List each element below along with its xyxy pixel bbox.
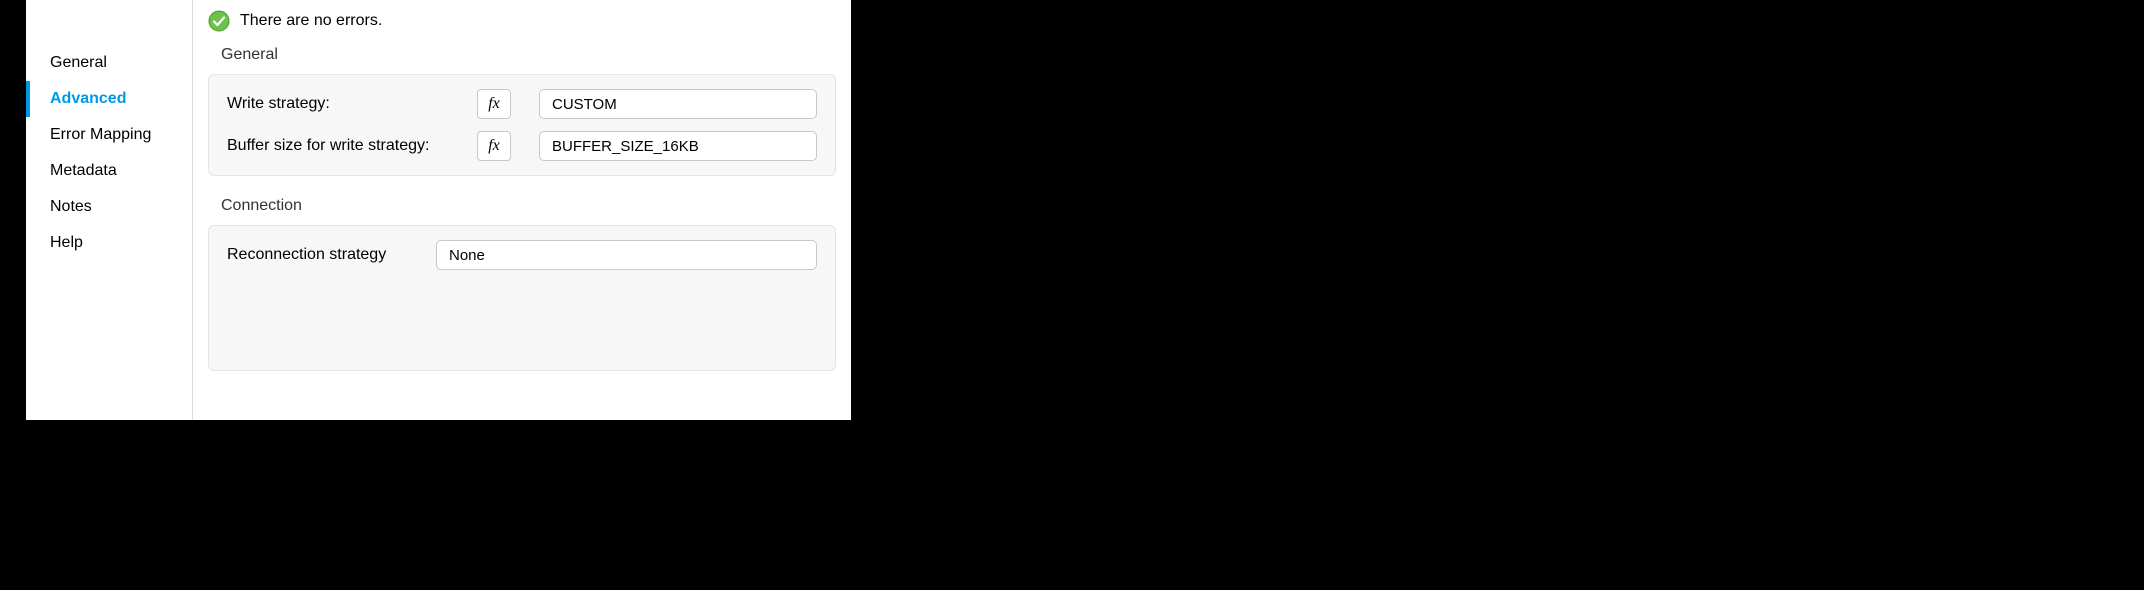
reconnection-select-wrap bbox=[436, 240, 817, 270]
write-strategy-input[interactable] bbox=[539, 89, 817, 119]
fx-icon: fx bbox=[488, 95, 500, 113]
buffer-size-input[interactable] bbox=[539, 131, 817, 161]
write-strategy-input-wrap bbox=[539, 89, 817, 119]
fx-icon: fx bbox=[488, 137, 500, 155]
reconnection-label: Reconnection strategy bbox=[227, 246, 422, 264]
sidebar-item-notes[interactable]: Notes bbox=[26, 189, 192, 225]
write-strategy-label: Write strategy: bbox=[227, 95, 477, 113]
sidebar-item-label: Error Mapping bbox=[50, 126, 151, 143]
general-section: Write strategy: fx Buffer size for write… bbox=[208, 74, 836, 176]
connection-section: Reconnection strategy bbox=[208, 225, 836, 371]
settings-window: General Advanced Error Mapping Metadata … bbox=[26, 0, 851, 420]
field-row-write-strategy: Write strategy: fx bbox=[227, 89, 817, 119]
fx-button-write-strategy[interactable]: fx bbox=[477, 89, 511, 119]
sidebar-item-label: Metadata bbox=[50, 162, 117, 179]
status-text: There are no errors. bbox=[240, 12, 382, 30]
sidebar-item-error-mapping[interactable]: Error Mapping bbox=[26, 117, 192, 153]
buffer-size-label: Buffer size for write strategy: bbox=[227, 137, 477, 155]
status-bar: There are no errors. bbox=[193, 0, 851, 40]
sidebar: General Advanced Error Mapping Metadata … bbox=[26, 0, 193, 420]
section-title-connection: Connection bbox=[193, 191, 851, 225]
field-row-reconnection: Reconnection strategy bbox=[227, 240, 817, 270]
field-row-buffer-size: Buffer size for write strategy: fx bbox=[227, 131, 817, 161]
sidebar-item-metadata[interactable]: Metadata bbox=[26, 153, 192, 189]
sidebar-item-label: Advanced bbox=[50, 90, 126, 107]
sidebar-item-help[interactable]: Help bbox=[26, 225, 192, 261]
section-title-general: General bbox=[193, 40, 851, 74]
sidebar-item-label: General bbox=[50, 54, 107, 71]
reconnection-select[interactable] bbox=[436, 240, 817, 270]
sidebar-item-general[interactable]: General bbox=[26, 45, 192, 81]
sidebar-item-label: Help bbox=[50, 234, 83, 251]
check-circle-icon bbox=[208, 10, 230, 32]
buffer-size-input-wrap bbox=[539, 131, 817, 161]
sidebar-item-label: Notes bbox=[50, 198, 92, 215]
main-content: There are no errors. General Write strat… bbox=[193, 0, 851, 420]
sidebar-item-advanced[interactable]: Advanced bbox=[26, 81, 192, 117]
fx-button-buffer-size[interactable]: fx bbox=[477, 131, 511, 161]
